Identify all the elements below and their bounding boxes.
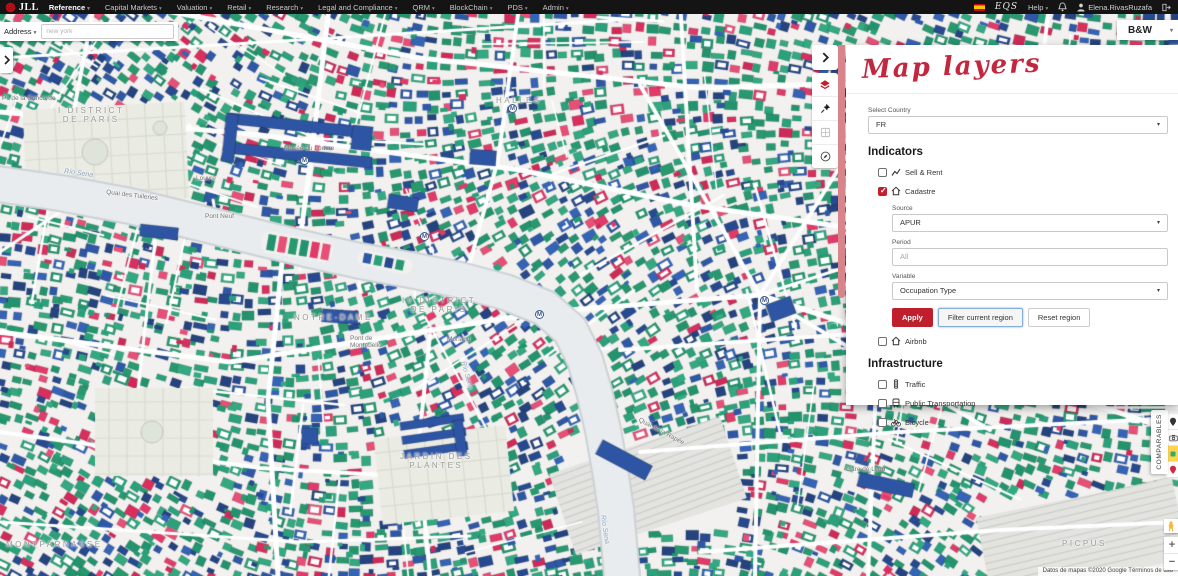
chevron-right-icon: [821, 52, 830, 63]
public-transportation-checkbox[interactable]: [878, 399, 887, 408]
variable-select[interactable]: Occupation Type: [892, 282, 1168, 300]
address-search-input[interactable]: [41, 24, 174, 39]
period-label: Period: [892, 239, 1168, 246]
bicycle-icon: [891, 417, 901, 427]
public-transportation-checkbox-row[interactable]: Public Transportation: [868, 398, 1168, 408]
source-label: Source: [892, 205, 1168, 212]
zoom-out-button[interactable]: −: [1164, 554, 1178, 570]
country-select[interactable]: FR: [868, 116, 1168, 134]
airbnb-checkbox[interactable]: [878, 337, 887, 346]
compass-tool-button[interactable]: [812, 145, 838, 168]
select-country-label: Select Country: [868, 107, 1168, 114]
nav-item-admin[interactable]: Admin▾: [543, 3, 569, 12]
map-attribution[interactable]: Datos de mapas ©2020 Google Términos de …: [1038, 567, 1178, 576]
compass-icon: [820, 151, 831, 162]
nav-item-research[interactable]: Research▾: [266, 3, 303, 12]
bicycle-checkbox[interactable]: [878, 418, 887, 427]
home-icon: [891, 186, 901, 196]
cadastre-checkbox[interactable]: [878, 187, 887, 196]
bell-icon[interactable]: [1058, 2, 1067, 12]
sell-rent-checkbox-row[interactable]: Sell & Rent: [868, 167, 1168, 177]
basemap-style-toggle[interactable]: B&W▾: [1117, 20, 1178, 40]
select-region-tool-button[interactable]: [812, 121, 838, 145]
marker-icon: [1169, 450, 1177, 458]
panel-title: Map layers: [861, 44, 1178, 85]
left-panel-expand-button[interactable]: [0, 47, 13, 73]
airbnb-checkbox-row[interactable]: Airbnb: [868, 336, 1168, 346]
chevron-down-icon: ▾: [1170, 27, 1173, 34]
top-nav: JLL Reference▾ Capital Markets▾ Valuatio…: [0, 0, 1178, 14]
sell-rent-checkbox[interactable]: [878, 168, 887, 177]
traffic-checkbox-row[interactable]: Traffic: [868, 379, 1168, 389]
panel-scrollbar[interactable]: [838, 45, 845, 298]
pushpin-icon: [820, 103, 831, 114]
cadastre-checkbox-row[interactable]: Cadastre: [868, 186, 1168, 196]
home-icon: [891, 336, 901, 346]
chevron-right-icon: [3, 55, 11, 65]
user-icon: [1077, 3, 1085, 12]
layers-icon: [819, 79, 831, 91]
brand-name: JLL: [19, 2, 39, 13]
nav-item-blockchain[interactable]: BlockChain▾: [450, 3, 493, 12]
reset-region-button[interactable]: Reset region: [1028, 308, 1091, 327]
user-name: Elena.RivasRuzafa: [1088, 3, 1152, 12]
map-toolbar: [812, 45, 838, 168]
source-select[interactable]: APUR: [892, 214, 1168, 232]
logout-icon[interactable]: [1162, 3, 1171, 12]
nav-item-capital-markets[interactable]: Capital Markets▾: [105, 3, 162, 12]
app-window: I DISTRICT DE PARISIV DISTRICT DE PARISN…: [0, 0, 1178, 576]
indicators-heading: Indicators: [868, 146, 1168, 158]
zoom-control: + −: [1164, 537, 1178, 570]
user-menu[interactable]: Elena.RivasRuzafa: [1077, 3, 1152, 12]
eqs-logo[interactable]: EQS: [995, 2, 1018, 12]
pegman-icon: [1167, 521, 1175, 532]
infrastructure-heading: Infrastructure: [868, 358, 1168, 370]
variable-label: Variable: [892, 273, 1168, 280]
nav-item-retail[interactable]: Retail▾: [227, 3, 251, 12]
red-map-pin-icon: [1169, 465, 1177, 475]
zoom-in-button[interactable]: +: [1164, 537, 1178, 554]
pin-tool-button[interactable]: [812, 97, 838, 121]
line-chart-icon: [891, 167, 901, 177]
traffic-light-icon: [891, 379, 901, 389]
address-dropdown[interactable]: Address ▾: [4, 27, 36, 36]
bus-icon: [891, 398, 901, 408]
nav-item-pds[interactable]: PDS▾: [507, 3, 527, 12]
nav-item-valuation[interactable]: Valuation▾: [177, 3, 212, 12]
street-view-pegman[interactable]: [1164, 519, 1178, 533]
nav-item-qrm[interactable]: QRM▾: [412, 3, 434, 12]
traffic-checkbox[interactable]: [878, 380, 887, 389]
grid-square-icon: [820, 127, 831, 138]
period-input[interactable]: All: [892, 248, 1168, 266]
help-menu[interactable]: Help▾: [1028, 3, 1048, 12]
address-bar: Address ▾: [0, 22, 178, 41]
camera-icon: [1169, 434, 1178, 442]
map-layers-tool-button[interactable]: [812, 73, 838, 97]
spain-flag-icon[interactable]: [974, 4, 985, 11]
nav-item-legal-compliance[interactable]: Legal and Compliance▾: [318, 3, 397, 12]
map-layers-panel: Map layers Select Country FR Indicators …: [846, 45, 1178, 405]
filter-current-region-button[interactable]: Filter current region: [938, 308, 1023, 327]
bicycle-checkbox-row[interactable]: Bicycle: [868, 417, 1168, 427]
panel-collapse-button[interactable]: [812, 45, 838, 70]
apply-button[interactable]: Apply: [892, 308, 933, 327]
nav-item-reference[interactable]: Reference▾: [49, 3, 90, 12]
jll-emblem-icon: [5, 2, 16, 13]
jll-logo[interactable]: JLL: [0, 2, 49, 13]
